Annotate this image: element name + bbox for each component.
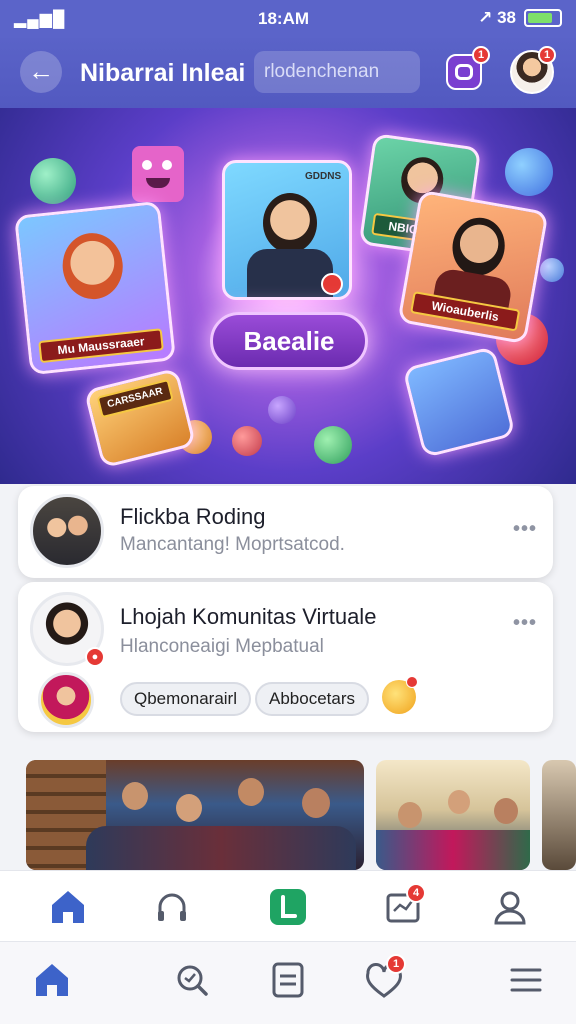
app-header: ← Nibarrai Inleai rlodenchenan 1 1 xyxy=(0,38,576,108)
chip[interactable]: Abbocetars xyxy=(255,682,369,716)
tab-bar-primary: 4 xyxy=(0,870,576,942)
nav-menu[interactable] xyxy=(502,956,550,1004)
play-icon xyxy=(270,889,306,925)
decor-orb xyxy=(232,426,262,456)
search-icon xyxy=(177,965,208,996)
nav-home[interactable] xyxy=(44,883,92,931)
arrow-left-icon: ← xyxy=(28,56,54,86)
more-icon[interactable]: ••• xyxy=(513,612,537,635)
profile-icon xyxy=(494,891,526,925)
messages-button[interactable]: 1 xyxy=(446,46,490,90)
list-icon xyxy=(272,962,304,998)
item-subtitle: Mancantang! Moprtsatcod. xyxy=(120,534,345,555)
decor-orb xyxy=(30,158,76,204)
photo-thumbnail[interactable] xyxy=(376,760,530,870)
card-label: CARSSAAR xyxy=(96,378,174,419)
home-icon xyxy=(36,964,68,996)
home-icon xyxy=(52,891,84,923)
item-title: Flickba Roding xyxy=(120,504,266,529)
decor-orb xyxy=(540,258,564,282)
headset-icon xyxy=(158,893,186,921)
tab-bar-secondary: 1 xyxy=(0,942,576,1024)
avatar: ● xyxy=(30,592,105,667)
nav-play[interactable] xyxy=(264,883,312,931)
item-subtitle: Hlanconeaigi Mepbatual xyxy=(120,636,324,657)
nav-list[interactable] xyxy=(264,956,312,1004)
hero-cta-button[interactable]: Baealie xyxy=(210,312,368,370)
emoji-icon[interactable] xyxy=(382,676,418,714)
profile-avatar[interactable]: 1 xyxy=(510,46,556,94)
heart-badge: 1 xyxy=(386,954,406,974)
status-time: 18:AM xyxy=(258,9,310,28)
avatar xyxy=(30,494,104,568)
featured-card-right[interactable]: Wioauberlis xyxy=(397,189,549,345)
calendar-badge: 4 xyxy=(406,883,426,903)
status-bar: ▂▄▆█ 18:AM ↗ 38 xyxy=(0,0,576,38)
hero-banner: Mu Maussraaer GDDNS NBIOSEE Wioauberlis … xyxy=(0,108,576,484)
decor-orb xyxy=(314,426,352,464)
back-button[interactable]: ← xyxy=(20,51,62,93)
nav-favorites[interactable]: 1 xyxy=(360,954,408,1004)
featured-card-bottom-left[interactable]: CARSSAAR xyxy=(83,367,197,469)
featured-card-left[interactable]: Mu Maussraaer xyxy=(14,200,176,376)
featured-card-bottom-right[interactable] xyxy=(402,345,516,459)
nav-search[interactable] xyxy=(168,956,216,1004)
list-item[interactable]: Flickba Roding Mancantang! Moprtsatcod. … xyxy=(18,486,553,578)
nav-support[interactable] xyxy=(148,883,196,931)
notification-dot: ● xyxy=(85,647,105,667)
page-title: Nibarrai Inleai xyxy=(80,59,246,87)
item-title: Lhojah Komunitas Virtuale xyxy=(120,604,377,629)
message-badge: 1 xyxy=(472,46,490,64)
decor-orb xyxy=(268,396,296,424)
emoji-orb xyxy=(505,148,553,196)
nav-home-secondary[interactable] xyxy=(28,956,76,1004)
nav-calendar[interactable]: 4 xyxy=(380,883,428,931)
more-icon[interactable]: ••• xyxy=(513,518,537,541)
record-icon xyxy=(321,273,343,295)
card-top-label: GDDNS xyxy=(305,171,342,182)
chip-group: Qbemonarairl Abbocetars xyxy=(120,682,373,716)
notification-dot xyxy=(406,676,418,688)
nav-profile[interactable] xyxy=(486,883,534,931)
avatar xyxy=(38,672,94,728)
status-right-text: ↗ 38 xyxy=(478,8,516,27)
featured-card-center[interactable]: GDDNS xyxy=(222,160,352,300)
chat-icon xyxy=(455,64,473,80)
search-input[interactable]: rlodenchenan xyxy=(254,51,420,93)
robot-character xyxy=(132,146,184,202)
person-image xyxy=(59,230,126,303)
signal-icon: ▂▄▆█ xyxy=(14,11,66,28)
photo-thumbnail[interactable] xyxy=(542,760,576,870)
person-image xyxy=(263,193,317,253)
menu-icon xyxy=(510,968,542,992)
photo-thumbnail[interactable] xyxy=(26,760,364,870)
avatar-badge: 1 xyxy=(538,46,556,64)
battery-icon xyxy=(524,9,562,27)
list-item[interactable]: ● Lhojah Komunitas Virtuale Hlanconeaigi… xyxy=(18,582,553,732)
card-label: Mu Maussraaer xyxy=(38,328,164,364)
chip[interactable]: Qbemonarairl xyxy=(120,682,251,716)
